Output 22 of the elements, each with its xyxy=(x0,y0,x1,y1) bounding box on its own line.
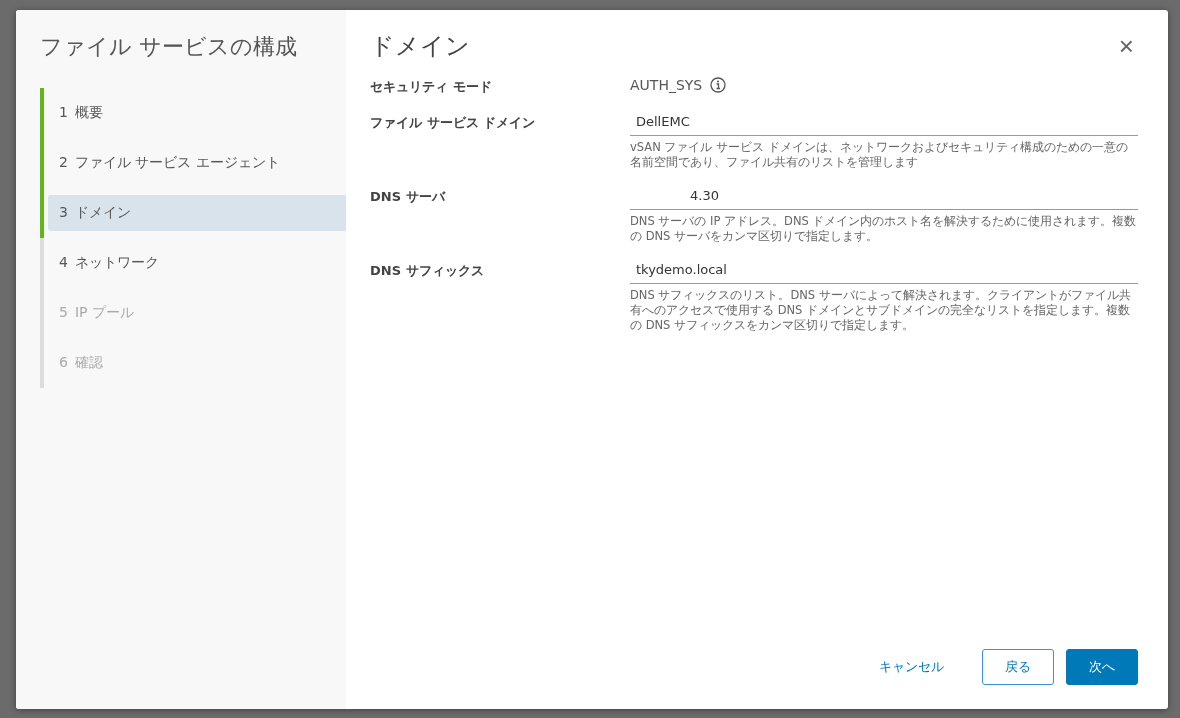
text-field[interactable]: 4.30 xyxy=(630,183,1138,210)
help-text: vSAN ファイル サービス ドメインは、ネットワークおよびセキュリティ構成のための一意の名前空間であり、ファイル共有のリストを管理します xyxy=(630,140,1129,170)
step-item[interactable]: 4 ネットワーク xyxy=(48,245,346,281)
field-label: DNS サフィックス xyxy=(370,261,485,280)
step-item[interactable]: 2 ファイル サービス エージェント xyxy=(48,145,346,181)
field-value: AUTH_SYS xyxy=(630,77,703,93)
back-button[interactable]: 戻る xyxy=(982,649,1054,685)
close-button[interactable]: × xyxy=(1114,33,1138,59)
info-icon[interactable] xyxy=(710,77,727,93)
field-label: ファイル サービス ドメイン xyxy=(370,114,537,132)
page-title: ドメイン xyxy=(370,31,470,62)
next-button[interactable]: 次へ xyxy=(1066,649,1138,685)
help-text: DNS サフィックスのリスト。DNS サーバによって解決されます。クライアントがファイル共有へのアクセスで使用する DNS ドメインとサブドメインの完全なリストを指定します。複数の DNS サフィックスをカンマ区切りで指定します。 xyxy=(630,287,1132,333)
cancel-link[interactable]: キャンセル xyxy=(865,649,958,685)
help-text: DNS サーバの IP アドレス。DNS ドメイン内のホスト名を解決するために使用されます。複数の DNS サーバをカンマ区切りで指定します。 xyxy=(630,213,1138,244)
step-item[interactable]: 3 ドメイン xyxy=(48,195,346,231)
text-field[interactable]: tkydemo.local xyxy=(630,257,1138,284)
step-item[interactable]: 1 概要 xyxy=(48,95,346,131)
field-label: セキュリティ モード xyxy=(370,78,493,96)
text-field[interactable]: DellEMC xyxy=(630,110,1138,136)
field-label: DNS サーバ xyxy=(370,187,447,206)
wizard-title: ファイル サービスの構成 xyxy=(40,33,298,61)
